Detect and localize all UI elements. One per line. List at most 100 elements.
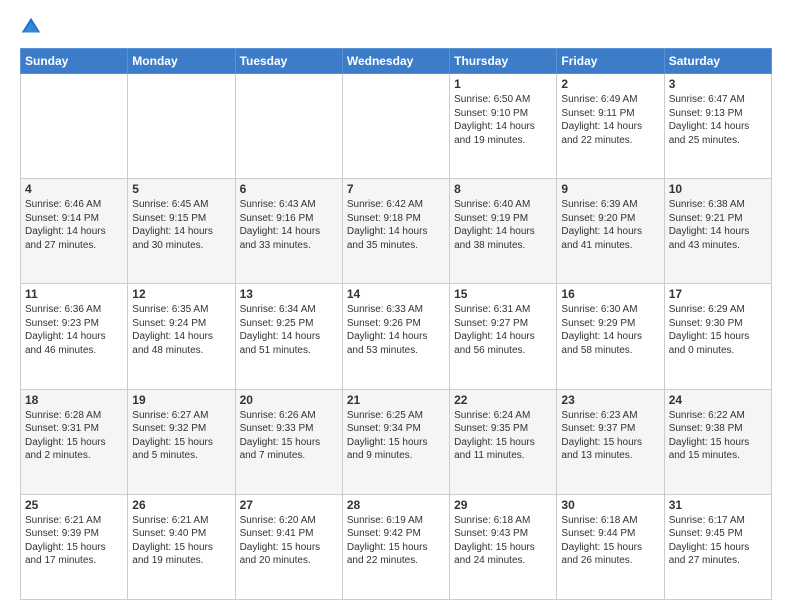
calendar-cell: 11 Sunrise: 6:36 AM Sunset: 9:23 PM Dayli… bbox=[21, 284, 128, 389]
day-number: 14 bbox=[347, 287, 445, 301]
day-info: Sunrise: 6:39 AM Sunset: 9:20 PM Dayligh… bbox=[561, 198, 659, 252]
page: SundayMondayTuesdayWednesdayThursdayFrid… bbox=[0, 0, 792, 612]
calendar-cell: 2Sunrise: 6:49 AM Sunset: 9:11 PM Daylig… bbox=[557, 74, 664, 179]
calendar-cell: 20 Sunrise: 6:26 AM Sunset: 9:33 PM Dayli… bbox=[235, 389, 342, 494]
calendar-cell: 24 Sunrise: 6:22 AM Sunset: 9:38 PM Dayli… bbox=[664, 389, 771, 494]
day-number: 11 bbox=[25, 287, 123, 301]
day-info: Sunrise: 6:42 AM Sunset: 9:18 PM Dayligh… bbox=[347, 198, 445, 252]
day-header-friday: Friday bbox=[557, 49, 664, 74]
calendar-cell bbox=[21, 74, 128, 179]
day-number: 17 bbox=[669, 287, 767, 301]
calendar-cell: 5 Sunrise: 6:45 AM Sunset: 9:15 PM Daylig… bbox=[128, 179, 235, 284]
day-number: 15 bbox=[454, 287, 552, 301]
day-number: 31 bbox=[669, 498, 767, 512]
calendar-cell: 31 Sunrise: 6:17 AM Sunset: 9:45 PM Dayli… bbox=[664, 494, 771, 599]
day-number: 16 bbox=[561, 287, 659, 301]
day-number: 30 bbox=[561, 498, 659, 512]
calendar-cell: 19Sunrise: 6:27 AM Sunset: 9:32 PM Dayli… bbox=[128, 389, 235, 494]
day-info: Sunrise: 6:46 AM Sunset: 9:14 PM Dayligh… bbox=[25, 198, 123, 252]
day-info: Sunrise: 6:30 AM Sunset: 9:29 PM Dayligh… bbox=[561, 303, 659, 357]
day-info: Sunrise: 6:26 AM Sunset: 9:33 PM Dayligh… bbox=[240, 409, 338, 463]
day-info: Sunrise: 6:40 AM Sunset: 9:19 PM Dayligh… bbox=[454, 198, 552, 252]
day-number: 23 bbox=[561, 393, 659, 407]
calendar-cell: 4 Sunrise: 6:46 AM Sunset: 9:14 PM Daylig… bbox=[21, 179, 128, 284]
day-info: Sunrise: 6:21 AM Sunset: 9:40 PM Dayligh… bbox=[132, 514, 230, 568]
calendar-week-2: 11 Sunrise: 6:36 AM Sunset: 9:23 PM Dayli… bbox=[21, 284, 772, 389]
calendar-cell: 8 Sunrise: 6:40 AM Sunset: 9:19 PM Daylig… bbox=[450, 179, 557, 284]
day-info: Sunrise: 6:27 AM Sunset: 9:32 PM Dayligh… bbox=[132, 409, 230, 463]
day-number: 9 bbox=[561, 182, 659, 196]
day-number: 7 bbox=[347, 182, 445, 196]
calendar-cell: 14 Sunrise: 6:33 AM Sunset: 9:26 PM Dayli… bbox=[342, 284, 449, 389]
calendar-cell: 12 Sunrise: 6:35 AM Sunset: 9:24 PM Dayli… bbox=[128, 284, 235, 389]
day-info: Sunrise: 6:24 AM Sunset: 9:35 PM Dayligh… bbox=[454, 409, 552, 463]
day-header-saturday: Saturday bbox=[664, 49, 771, 74]
day-number: 4 bbox=[25, 182, 123, 196]
day-number: 22 bbox=[454, 393, 552, 407]
day-info: Sunrise: 6:28 AM Sunset: 9:31 PM Dayligh… bbox=[25, 409, 123, 463]
calendar-cell: 17 Sunrise: 6:29 AM Sunset: 9:30 PM Dayli… bbox=[664, 284, 771, 389]
day-header-tuesday: Tuesday bbox=[235, 49, 342, 74]
day-number: 26 bbox=[132, 498, 230, 512]
calendar-cell: 22 Sunrise: 6:24 AM Sunset: 9:35 PM Dayli… bbox=[450, 389, 557, 494]
logo-icon bbox=[20, 16, 42, 38]
calendar-cell: 26 Sunrise: 6:21 AM Sunset: 9:40 PM Dayli… bbox=[128, 494, 235, 599]
day-number: 20 bbox=[240, 393, 338, 407]
day-info: Sunrise: 6:18 AM Sunset: 9:44 PM Dayligh… bbox=[561, 514, 659, 568]
day-number: 8 bbox=[454, 182, 552, 196]
day-number: 6 bbox=[240, 182, 338, 196]
calendar-cell: 23 Sunrise: 6:23 AM Sunset: 9:37 PM Dayli… bbox=[557, 389, 664, 494]
day-number: 1 bbox=[454, 77, 552, 91]
day-number: 13 bbox=[240, 287, 338, 301]
day-info: Sunrise: 6:45 AM Sunset: 9:15 PM Dayligh… bbox=[132, 198, 230, 252]
day-number: 10 bbox=[669, 182, 767, 196]
calendar-cell: 9 Sunrise: 6:39 AM Sunset: 9:20 PM Daylig… bbox=[557, 179, 664, 284]
day-info: Sunrise: 6:29 AM Sunset: 9:30 PM Dayligh… bbox=[669, 303, 767, 357]
calendar-cell: 28 Sunrise: 6:19 AM Sunset: 9:42 PM Dayli… bbox=[342, 494, 449, 599]
calendar-cell: 13 Sunrise: 6:34 AM Sunset: 9:25 PM Dayli… bbox=[235, 284, 342, 389]
calendar-cell bbox=[342, 74, 449, 179]
day-info: Sunrise: 6:20 AM Sunset: 9:41 PM Dayligh… bbox=[240, 514, 338, 568]
calendar: SundayMondayTuesdayWednesdayThursdayFrid… bbox=[20, 48, 772, 600]
day-number: 5 bbox=[132, 182, 230, 196]
day-info: Sunrise: 6:34 AM Sunset: 9:25 PM Dayligh… bbox=[240, 303, 338, 357]
day-number: 25 bbox=[25, 498, 123, 512]
day-info: Sunrise: 6:18 AM Sunset: 9:43 PM Dayligh… bbox=[454, 514, 552, 568]
calendar-cell: 3 Sunrise: 6:47 AM Sunset: 9:13 PM Daylig… bbox=[664, 74, 771, 179]
day-number: 28 bbox=[347, 498, 445, 512]
day-info: Sunrise: 6:19 AM Sunset: 9:42 PM Dayligh… bbox=[347, 514, 445, 568]
day-info: Sunrise: 6:50 AM Sunset: 9:10 PM Dayligh… bbox=[454, 93, 552, 147]
day-header-thursday: Thursday bbox=[450, 49, 557, 74]
calendar-cell: 10 Sunrise: 6:38 AM Sunset: 9:21 PM Dayli… bbox=[664, 179, 771, 284]
day-info: Sunrise: 6:33 AM Sunset: 9:26 PM Dayligh… bbox=[347, 303, 445, 357]
day-info: Sunrise: 6:22 AM Sunset: 9:38 PM Dayligh… bbox=[669, 409, 767, 463]
day-number: 24 bbox=[669, 393, 767, 407]
calendar-cell: 1 Sunrise: 6:50 AM Sunset: 9:10 PM Daylig… bbox=[450, 74, 557, 179]
header bbox=[20, 16, 772, 38]
day-info: Sunrise: 6:31 AM Sunset: 9:27 PM Dayligh… bbox=[454, 303, 552, 357]
day-info: Sunrise: 6:25 AM Sunset: 9:34 PM Dayligh… bbox=[347, 409, 445, 463]
day-info: Sunrise: 6:47 AM Sunset: 9:13 PM Dayligh… bbox=[669, 93, 767, 147]
day-header-wednesday: Wednesday bbox=[342, 49, 449, 74]
calendar-cell: 29 Sunrise: 6:18 AM Sunset: 9:43 PM Dayli… bbox=[450, 494, 557, 599]
day-info: Sunrise: 6:23 AM Sunset: 9:37 PM Dayligh… bbox=[561, 409, 659, 463]
calendar-week-4: 25Sunrise: 6:21 AM Sunset: 9:39 PM Dayli… bbox=[21, 494, 772, 599]
calendar-cell: 25Sunrise: 6:21 AM Sunset: 9:39 PM Dayli… bbox=[21, 494, 128, 599]
day-number: 29 bbox=[454, 498, 552, 512]
calendar-cell: 30 Sunrise: 6:18 AM Sunset: 9:44 PM Dayli… bbox=[557, 494, 664, 599]
calendar-cell bbox=[128, 74, 235, 179]
day-number: 12 bbox=[132, 287, 230, 301]
calendar-cell: 6Sunrise: 6:43 AM Sunset: 9:16 PM Daylig… bbox=[235, 179, 342, 284]
day-info: Sunrise: 6:17 AM Sunset: 9:45 PM Dayligh… bbox=[669, 514, 767, 568]
day-info: Sunrise: 6:38 AM Sunset: 9:21 PM Dayligh… bbox=[669, 198, 767, 252]
day-number: 27 bbox=[240, 498, 338, 512]
calendar-cell: 27 Sunrise: 6:20 AM Sunset: 9:41 PM Dayli… bbox=[235, 494, 342, 599]
logo bbox=[20, 16, 46, 38]
day-info: Sunrise: 6:35 AM Sunset: 9:24 PM Dayligh… bbox=[132, 303, 230, 357]
calendar-week-3: 18Sunrise: 6:28 AM Sunset: 9:31 PM Dayli… bbox=[21, 389, 772, 494]
calendar-cell: 18Sunrise: 6:28 AM Sunset: 9:31 PM Dayli… bbox=[21, 389, 128, 494]
calendar-week-0: 1 Sunrise: 6:50 AM Sunset: 9:10 PM Daylig… bbox=[21, 74, 772, 179]
calendar-cell: 16 Sunrise: 6:30 AM Sunset: 9:29 PM Dayli… bbox=[557, 284, 664, 389]
day-number: 3 bbox=[669, 77, 767, 91]
day-info: Sunrise: 6:36 AM Sunset: 9:23 PM Dayligh… bbox=[25, 303, 123, 357]
